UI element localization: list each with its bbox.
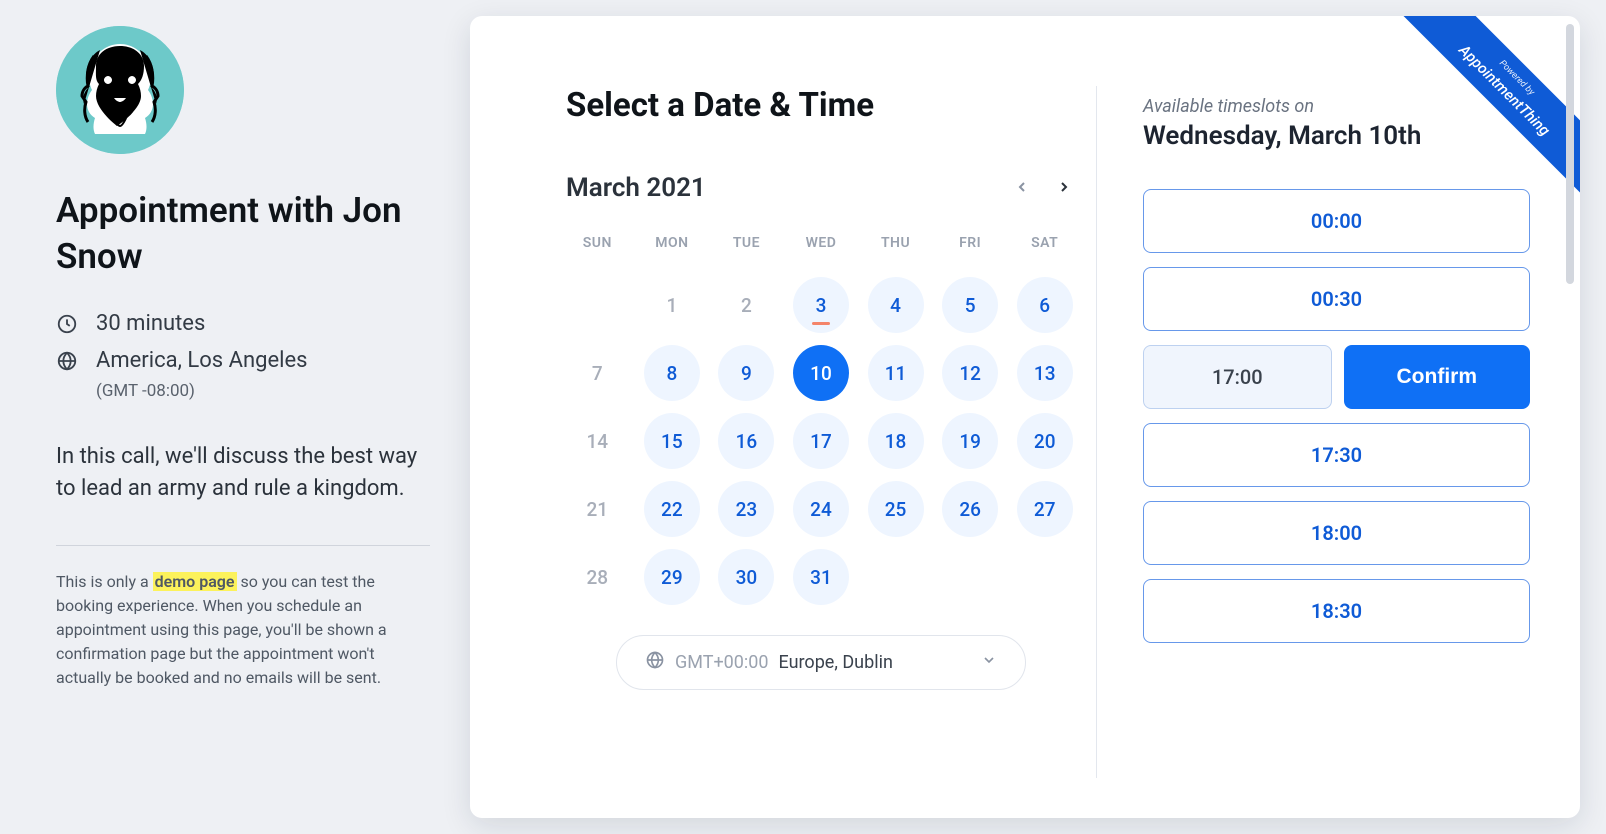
clock-icon (56, 313, 78, 335)
day-of-week-header: WED (790, 235, 853, 265)
tz-name: Europe, Dublin (779, 652, 893, 673)
day-of-week-header: SAT (1013, 235, 1076, 265)
timeslot[interactable]: 18:00 (1143, 501, 1530, 565)
calendar-grid: SUNMONTUEWEDTHUFRISAT1234567891011121314… (566, 235, 1076, 605)
demo-note: This is only a demo page so you can test… (56, 570, 430, 690)
day-of-week-header: TUE (715, 235, 778, 265)
day-of-week-header: FRI (939, 235, 1002, 265)
calendar-day[interactable]: 12 (942, 345, 998, 401)
calendar-day[interactable]: 27 (1017, 481, 1073, 537)
demo-highlight: demo page (153, 572, 237, 591)
divider (56, 545, 430, 546)
timeslot[interactable]: 18:30 (1143, 579, 1530, 643)
calendar-day[interactable]: 11 (868, 345, 924, 401)
booking-card: Powered by AppointmentThing Select a Dat… (470, 16, 1580, 818)
confirm-button[interactable]: Confirm (1344, 345, 1531, 409)
calendar-day[interactable]: 19 (942, 413, 998, 469)
calendar-day[interactable]: 17 (793, 413, 849, 469)
timeslot-list: 00:00 00:30 17:00Confirm 17:30 18:00 18:30 (1143, 189, 1530, 643)
appointment-description: In this call, we'll discuss the best way… (56, 441, 430, 505)
next-month-button[interactable] (1052, 175, 1076, 202)
appointment-title: Appointment with Jon Snow (56, 188, 430, 279)
tz-gmt: GMT+00:00 (675, 652, 769, 673)
timeslot[interactable]: 00:30 (1143, 267, 1530, 331)
calendar-day: 7 (569, 345, 625, 401)
timeslot-selected[interactable]: 17:00 (1143, 345, 1332, 409)
calendar-day[interactable]: 24 (793, 481, 849, 537)
calendar-day[interactable]: 10 (793, 345, 849, 401)
calendar-day[interactable]: 13 (1017, 345, 1073, 401)
calendar-day[interactable]: 22 (644, 481, 700, 537)
calendar-day: 1 (644, 277, 700, 333)
day-of-week-header: MON (641, 235, 704, 265)
calendar-day[interactable]: 3 (793, 277, 849, 333)
slots-header-date: Wednesday, March 10th (1143, 121, 1530, 151)
duration-text: 30 minutes (96, 311, 205, 336)
timeslot[interactable]: 00:00 (1143, 189, 1530, 253)
timezone-row: America, Los Angeles (56, 348, 430, 373)
calendar-day[interactable]: 18 (868, 413, 924, 469)
calendar-day[interactable]: 26 (942, 481, 998, 537)
calendar-day[interactable]: 9 (718, 345, 774, 401)
calendar-day: 21 (569, 481, 625, 537)
globe-icon (56, 350, 78, 372)
calendar-day[interactable]: 5 (942, 277, 998, 333)
calendar-day[interactable]: 15 (644, 413, 700, 469)
chevron-down-icon (981, 652, 997, 673)
globe-icon (645, 650, 665, 675)
calendar-day[interactable]: 16 (718, 413, 774, 469)
prev-month-button[interactable] (1010, 175, 1034, 202)
calendar-day[interactable]: 23 (718, 481, 774, 537)
calendar-month: March 2021 (566, 173, 706, 203)
host-avatar (56, 26, 184, 154)
timeslot[interactable]: 17:30 (1143, 423, 1530, 487)
slots-header-label: Available timeslots on (1143, 96, 1530, 117)
calendar-day[interactable]: 29 (644, 549, 700, 605)
calendar-day[interactable]: 20 (1017, 413, 1073, 469)
duration-row: 30 minutes (56, 311, 430, 336)
calendar-day: 14 (569, 413, 625, 469)
calendar-day[interactable]: 8 (644, 345, 700, 401)
calendar-day: 2 (718, 277, 774, 333)
timezone-offset: (GMT -08:00) (96, 381, 430, 401)
day-of-week-header: SUN (566, 235, 629, 265)
calendar-day[interactable]: 25 (868, 481, 924, 537)
calendar-day[interactable]: 6 (1017, 277, 1073, 333)
calendar-day[interactable]: 30 (718, 549, 774, 605)
calendar-day[interactable]: 4 (868, 277, 924, 333)
card-title: Select a Date & Time (566, 86, 1076, 125)
calendar-day: 28 (569, 549, 625, 605)
calendar-day[interactable]: 31 (793, 549, 849, 605)
timezone-selector[interactable]: GMT+00:00 Europe, Dublin (616, 635, 1026, 690)
timezone-name: America, Los Angeles (96, 348, 307, 373)
scrollbar[interactable] (1566, 24, 1574, 284)
day-of-week-header: THU (864, 235, 927, 265)
